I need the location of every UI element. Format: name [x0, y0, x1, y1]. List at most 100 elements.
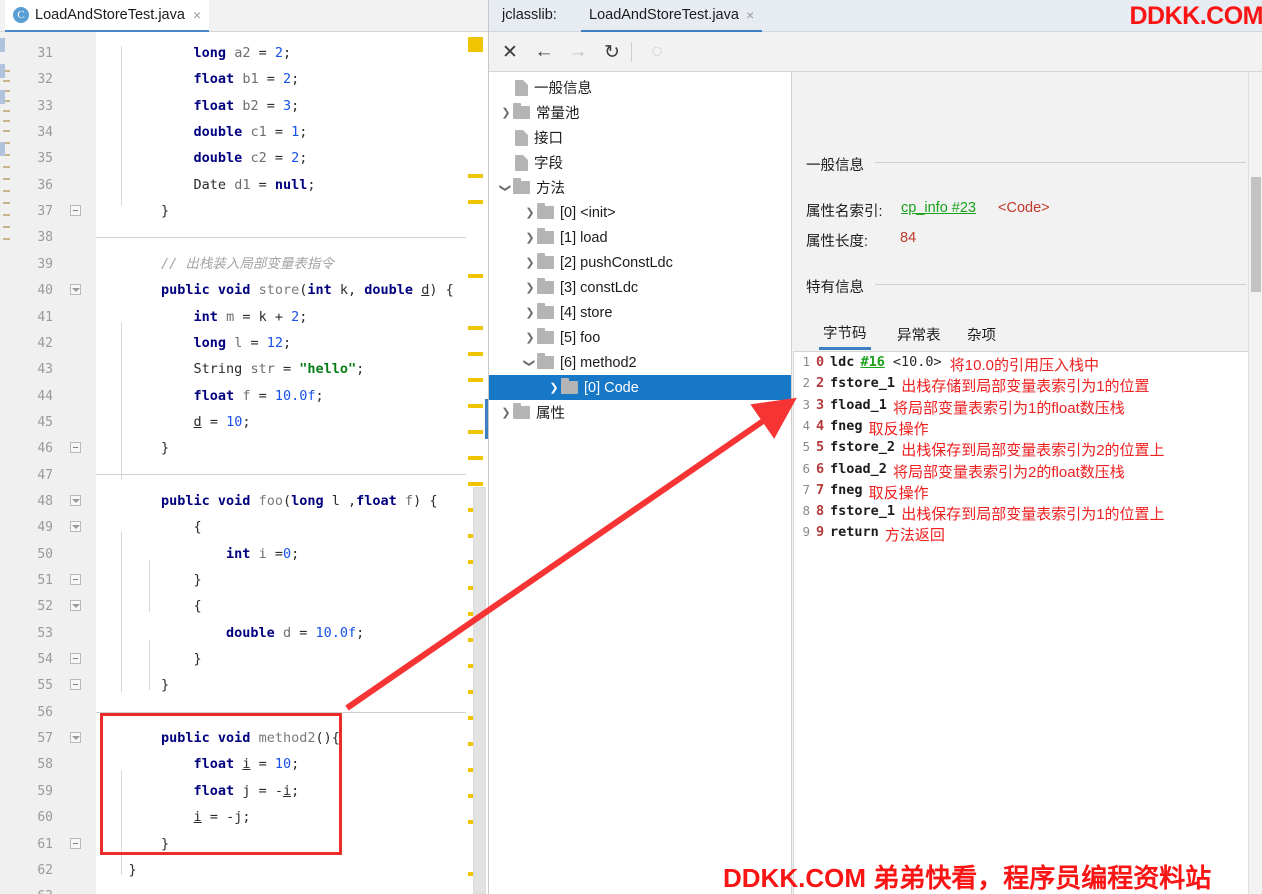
- editor-fold-gutter[interactable]: [61, 32, 96, 894]
- tree-node-6-method2[interactable]: ❯ [6] method2: [489, 350, 791, 375]
- tree-node-2-pushconstldc[interactable]: ❯ [2] pushConstLdc: [489, 250, 791, 275]
- warning-marker[interactable]: [468, 430, 483, 434]
- bytecode-row[interactable]: 5 5 fstore_2 出栈保存到局部变量表索引为2的位置上: [794, 439, 1262, 460]
- scrollbar-thumb[interactable]: [1251, 177, 1261, 292]
- close-icon[interactable]: ×: [193, 7, 201, 23]
- detail-tab-1[interactable]: 异常表: [893, 318, 945, 350]
- bytecode-row[interactable]: 1 0 ldc #16 <10.0> 将10.0的引用压入栈中: [794, 354, 1262, 375]
- detail-tab-0[interactable]: 字节码: [819, 318, 871, 350]
- editor-tab-loadandstoretest[interactable]: C LoadAndStoreTest.java ×: [5, 0, 210, 32]
- warning-marker-block[interactable]: [468, 37, 483, 52]
- cp-info-link[interactable]: cp_info #23: [901, 200, 976, 216]
- fold-expand-icon[interactable]: [70, 494, 81, 506]
- code-line[interactable]: String str = "hello";: [96, 362, 365, 376]
- code-line[interactable]: double c2 = 2;: [96, 151, 308, 165]
- code-line[interactable]: double c1 = 1;: [96, 125, 308, 139]
- fold-collapse-icon[interactable]: [70, 205, 81, 217]
- bytecode-row[interactable]: 3 3 fload_1 将局部变量表索引为1的float数压栈: [794, 397, 1262, 418]
- tree-node[interactable]: 一般信息: [489, 75, 791, 100]
- code-line[interactable]: double d = 10.0f;: [96, 626, 364, 640]
- code-line[interactable]: }: [96, 863, 137, 877]
- chevron-right-icon[interactable]: ❯: [523, 256, 537, 270]
- bytecode-row[interactable]: 7 7 fneg 取反操作: [794, 482, 1262, 503]
- chevron-down-icon[interactable]: ❯: [523, 356, 537, 370]
- bytecode-row[interactable]: 8 8 fstore_1 出栈保存到局部变量表索引为1的位置上: [794, 503, 1262, 524]
- code-line[interactable]: // 出栈装入局部变量表指令: [96, 257, 334, 271]
- tree-node[interactable]: ❯ 常量池: [489, 100, 791, 125]
- chevron-right-icon[interactable]: ❯: [523, 231, 537, 245]
- warning-marker[interactable]: [468, 200, 483, 204]
- fold-expand-icon[interactable]: [70, 284, 81, 296]
- tree-node[interactable]: ❯ 属性: [489, 400, 791, 425]
- code-line[interactable]: {: [96, 520, 202, 534]
- code-line[interactable]: public void store(int k, double d) {: [96, 283, 454, 297]
- tree-node-0-init[interactable]: ❯ [0] <init>: [489, 200, 791, 225]
- reload-icon[interactable]: ↻: [599, 40, 625, 64]
- code-line[interactable]: }: [96, 204, 169, 218]
- tree-node[interactable]: ❯ 方法: [489, 175, 791, 200]
- chevron-right-icon[interactable]: ❯: [523, 206, 537, 220]
- code-line[interactable]: }: [96, 678, 169, 692]
- bytecode-row[interactable]: 4 4 fneg 取反操作: [794, 418, 1262, 439]
- warning-marker[interactable]: [468, 404, 483, 408]
- chevron-right-icon[interactable]: ❯: [499, 406, 513, 420]
- chevron-right-icon[interactable]: ❯: [523, 306, 537, 320]
- chevron-down-icon[interactable]: ❯: [499, 181, 513, 195]
- tree-node-5-foo[interactable]: ❯ [5] foo: [489, 325, 791, 350]
- tree-node-0-code[interactable]: ❯ [0] Code: [489, 375, 791, 400]
- warning-marker[interactable]: [468, 352, 483, 356]
- bytecode-listing[interactable]: 1 0 ldc #16 <10.0> 将10.0的引用压入栈中 2 2 fstore_1 出栈存储…: [793, 351, 1262, 894]
- chevron-right-icon[interactable]: ❯: [499, 106, 513, 120]
- code-line[interactable]: public void foo(long l ,float f) {: [96, 494, 437, 508]
- editor-scrollbar-thumb[interactable]: [473, 487, 486, 894]
- warning-marker[interactable]: [468, 482, 483, 486]
- fold-collapse-icon[interactable]: [70, 679, 81, 691]
- chevron-right-icon[interactable]: ❯: [523, 281, 537, 295]
- warning-marker[interactable]: [468, 456, 483, 460]
- close-icon[interactable]: ✕: [497, 40, 523, 64]
- tree-node-3-constldc[interactable]: ❯ [3] constLdc: [489, 275, 791, 300]
- back-icon[interactable]: ←: [531, 40, 557, 64]
- fold-collapse-icon[interactable]: [70, 574, 81, 585]
- tree-node[interactable]: 接口: [489, 125, 791, 150]
- chevron-placeholder: [499, 156, 513, 170]
- bytecode-row[interactable]: 9 9 return 方法返回: [794, 524, 1262, 545]
- tree-node-4-store[interactable]: ❯ [4] store: [489, 300, 791, 325]
- constant-pool-ref-link[interactable]: #16: [860, 354, 884, 370]
- tree-node-1-load[interactable]: ❯ [1] load: [489, 225, 791, 250]
- line-number: 36: [37, 177, 53, 193]
- fold-expand-icon[interactable]: [70, 732, 81, 744]
- bytecode-row[interactable]: 6 6 fload_2 将局部变量表索引为2的float数压栈: [794, 461, 1262, 482]
- editor-marker-scrollbar[interactable]: [466, 32, 489, 894]
- jclasslib-structure-tree[interactable]: 一般信息 ❯ 常量池 接口 字段 ❯ 方法 ❯ [0] <init> ❯ [1] load ❯ [2] …: [489, 72, 792, 894]
- detail-tab-2[interactable]: 杂项: [963, 318, 1000, 350]
- chevron-right-icon[interactable]: ❯: [523, 331, 537, 345]
- code-line[interactable]: int m = k + 2;: [96, 310, 308, 324]
- chevron-right-icon[interactable]: ❯: [547, 381, 561, 395]
- fold-collapse-icon[interactable]: [70, 837, 81, 849]
- detail-vertical-scrollbar[interactable]: [1248, 72, 1262, 894]
- fold-expand-icon[interactable]: [70, 521, 81, 533]
- line-number: 54: [37, 652, 53, 668]
- warning-marker[interactable]: [468, 274, 483, 278]
- code-line[interactable]: float b2 = 3;: [96, 99, 300, 113]
- code-line[interactable]: d = 10;: [96, 415, 251, 429]
- warning-marker[interactable]: [468, 326, 483, 330]
- fold-collapse-icon[interactable]: [70, 653, 81, 665]
- code-line[interactable]: int i =0;: [96, 547, 299, 561]
- warning-marker[interactable]: [468, 174, 483, 178]
- code-line[interactable]: long a2 = 2;: [96, 46, 292, 60]
- browse-web-icon: ◌: [651, 41, 663, 62]
- tree-node[interactable]: 字段: [489, 150, 791, 175]
- code-line[interactable]: float b1 = 2;: [96, 72, 300, 86]
- code-line[interactable]: long l = 12;: [96, 336, 292, 350]
- bytecode-row[interactable]: 2 2 fstore_1 出栈存储到局部变量表索引为1的位置: [794, 375, 1262, 396]
- code-line[interactable]: Date d1 = null;: [96, 178, 316, 192]
- fold-expand-icon[interactable]: [70, 600, 81, 612]
- fold-collapse-icon[interactable]: [70, 442, 81, 454]
- warning-marker[interactable]: [468, 378, 483, 382]
- jclasslib-tab-loadandstoretest[interactable]: LoadAndStoreTest.java ×: [581, 0, 763, 32]
- close-icon[interactable]: ×: [746, 7, 754, 23]
- code-line[interactable]: }: [96, 441, 169, 455]
- code-line[interactable]: float f = 10.0f;: [96, 389, 324, 403]
